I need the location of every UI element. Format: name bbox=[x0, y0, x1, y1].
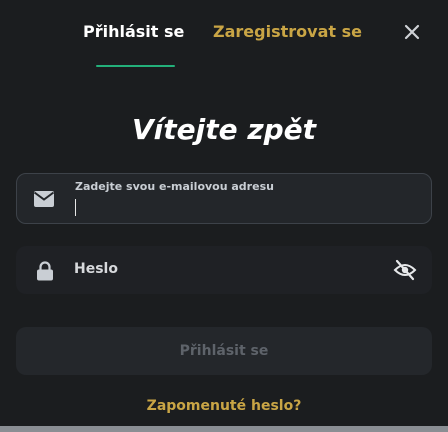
forgot-password-link[interactable]: Zapomenuté heslo? bbox=[0, 397, 448, 415]
login-button[interactable]: Přihlásit se bbox=[16, 327, 432, 375]
active-tab-indicator bbox=[96, 65, 175, 67]
password-field-label: Heslo bbox=[74, 261, 118, 277]
auth-tabs: Přihlásit se Zaregistrovat se bbox=[0, 0, 448, 70]
email-field-label: Zadejte svou e-mailovou adresu bbox=[75, 180, 274, 193]
password-field[interactable]: Heslo bbox=[16, 246, 432, 294]
lock-icon bbox=[37, 261, 53, 281]
envelope-icon bbox=[33, 191, 55, 207]
email-field[interactable]: Zadejte svou e-mailovou adresu bbox=[16, 173, 432, 224]
text-caret bbox=[75, 199, 76, 216]
eye-off-icon[interactable] bbox=[393, 259, 417, 281]
close-icon[interactable] bbox=[400, 20, 424, 44]
page-title: Vítejte zpět bbox=[131, 113, 317, 146]
tab-login[interactable]: Přihlásit se bbox=[83, 22, 184, 42]
tab-register[interactable]: Zaregistrovat se bbox=[213, 22, 362, 42]
bottom-divider bbox=[0, 426, 448, 432]
login-modal: Přihlásit se Zaregistrovat se Vítejte zp… bbox=[0, 0, 448, 432]
